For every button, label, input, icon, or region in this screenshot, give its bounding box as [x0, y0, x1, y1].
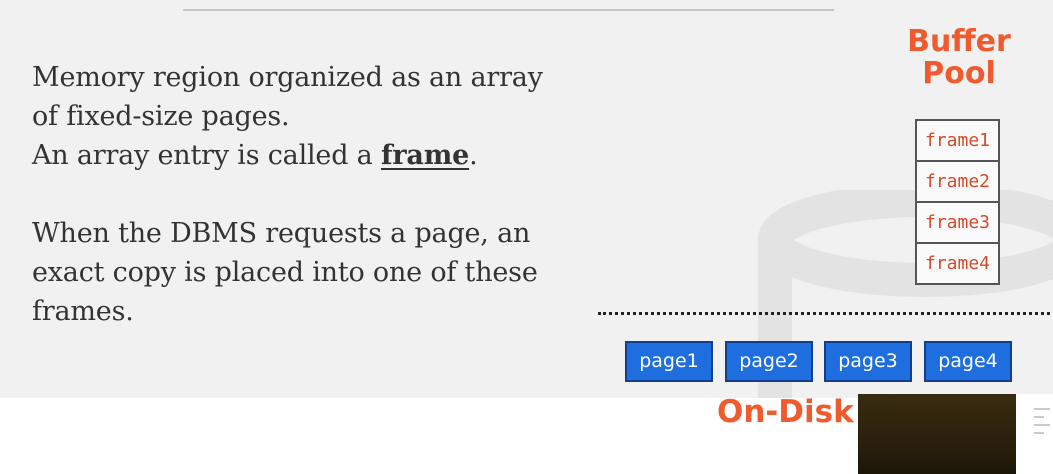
- page-block: page2: [725, 341, 813, 382]
- memory-disk-divider: [598, 312, 1050, 315]
- buffer-pool-title: Buffer Pool: [880, 26, 1038, 90]
- text-line: An array entry is called a frame.: [32, 136, 592, 175]
- buffer-pool-title-line: Buffer: [907, 24, 1011, 59]
- buffer-pool-title-line: Pool: [922, 56, 996, 91]
- page-block: page3: [824, 341, 912, 382]
- frame-slot: frame4: [915, 242, 1000, 285]
- text-line: exact copy is placed into one of these: [32, 257, 538, 288]
- frame-slot: frame3: [915, 201, 1000, 242]
- frame-term: frame: [380, 140, 470, 171]
- thumbnail-text-lines: [1034, 408, 1053, 440]
- frame-slot: frame2: [915, 160, 1000, 201]
- paragraph-2: When the DBMS requests a page, an exact …: [32, 214, 592, 331]
- slide: Memory region organized as an array of f…: [0, 0, 1053, 400]
- text-line: Memory region organized as an array: [32, 62, 543, 93]
- frame-slot: frame1: [915, 119, 1000, 160]
- text-fragment: An array entry is called a: [32, 140, 381, 171]
- period: .: [469, 140, 478, 171]
- paragraph-1: Memory region organized as an array of f…: [32, 58, 592, 175]
- slide-thumbnail-preview[interactable]: [1016, 394, 1053, 474]
- on-disk-title: On-Disk: [717, 394, 854, 430]
- text-line: When the DBMS requests a page, an: [32, 218, 531, 249]
- top-divider: [183, 9, 834, 11]
- page-block: page1: [625, 341, 713, 382]
- webcam-video-overlay: [858, 394, 1016, 474]
- text-line: frames.: [32, 296, 134, 327]
- page-block: page4: [924, 341, 1012, 382]
- slide-body-text: Memory region organized as an array of f…: [32, 58, 592, 331]
- text-line: of fixed-size pages.: [32, 101, 290, 132]
- buffer-pool-frames: frame1 frame2 frame3 frame4: [915, 119, 1000, 285]
